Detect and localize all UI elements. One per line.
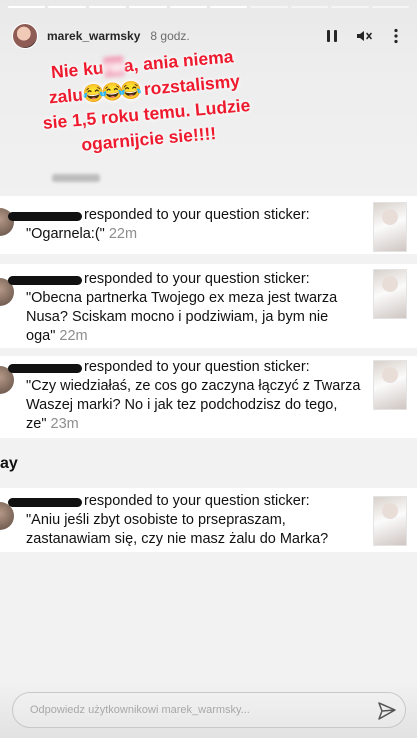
day-section-label: ay xyxy=(0,455,18,472)
response-text: responded to your question sticker: "Oga… xyxy=(26,206,361,244)
story-progress-bar xyxy=(8,6,410,8)
header-controls xyxy=(323,27,405,45)
story-text-overlay: Nie kurwa, ania niema zalu😂😂😂 rozstalism… xyxy=(34,43,257,161)
progress-segment xyxy=(250,6,288,8)
progress-segment xyxy=(129,6,167,8)
pause-icon[interactable] xyxy=(323,27,341,45)
progress-segment xyxy=(48,6,86,8)
response-lead: responded to your question sticker: xyxy=(84,493,310,509)
response-lead: responded to your question sticker: xyxy=(84,359,310,375)
response-text: responded to your question sticker: "Obe… xyxy=(26,270,361,346)
list-item: responded to your question sticker: "Oga… xyxy=(0,196,417,254)
story-thumbnail[interactable] xyxy=(373,202,407,252)
overlay-text: rozstalismy sie 1,5 roku temu. Ludzie og… xyxy=(42,70,252,155)
response-age: 23m xyxy=(50,416,79,432)
overlay-text: Nie ku xyxy=(50,57,105,83)
response-text: responded to your question sticker: "Czy… xyxy=(26,358,361,434)
list-item: responded to your question sticker: "Czy… xyxy=(0,356,417,438)
list-item: responded to your question sticker: "Obe… xyxy=(0,264,417,348)
progress-segment xyxy=(290,6,329,8)
story-thumbnail[interactable] xyxy=(373,360,407,410)
response-lead: responded to your question sticker: xyxy=(84,207,310,223)
progress-segment xyxy=(210,6,248,8)
laughing-emoji-icon: 😂😂😂 xyxy=(81,79,140,105)
post-time: 8 godz. xyxy=(150,29,190,43)
progress-segment xyxy=(169,6,208,8)
response-question: "Ogarnela:(" xyxy=(26,226,105,242)
story-thumbnail[interactable] xyxy=(373,496,407,546)
progress-segment xyxy=(88,6,127,8)
response-age: 22m xyxy=(108,226,138,242)
more-options-icon[interactable] xyxy=(387,27,405,45)
avatar[interactable] xyxy=(12,23,38,49)
response-lead: responded to your question sticker: xyxy=(84,271,310,287)
story-viewer[interactable]: marek_warmsky 8 godz. responded to your … xyxy=(0,0,417,738)
response-text: responded to your question sticker: "Ani… xyxy=(26,492,361,549)
username[interactable]: marek_warmsky xyxy=(47,29,140,43)
list-item: responded to your question sticker: "Ani… xyxy=(0,488,417,552)
story-thumbnail[interactable] xyxy=(373,269,407,319)
divider xyxy=(0,254,417,264)
mute-icon[interactable] xyxy=(355,27,373,45)
response-age: 22m xyxy=(59,328,88,344)
hidden-text-fragment xyxy=(52,174,100,182)
response-question: "Aniu jeśli zbyt osobiste to prsepraszam… xyxy=(26,512,329,547)
send-icon[interactable] xyxy=(377,701,397,721)
progress-segment xyxy=(371,6,410,8)
blurred-word: rw xyxy=(102,55,125,78)
progress-segment xyxy=(8,6,46,8)
reply-bar[interactable] xyxy=(12,692,406,728)
progress-segment xyxy=(331,6,369,8)
reply-input[interactable] xyxy=(30,704,360,716)
